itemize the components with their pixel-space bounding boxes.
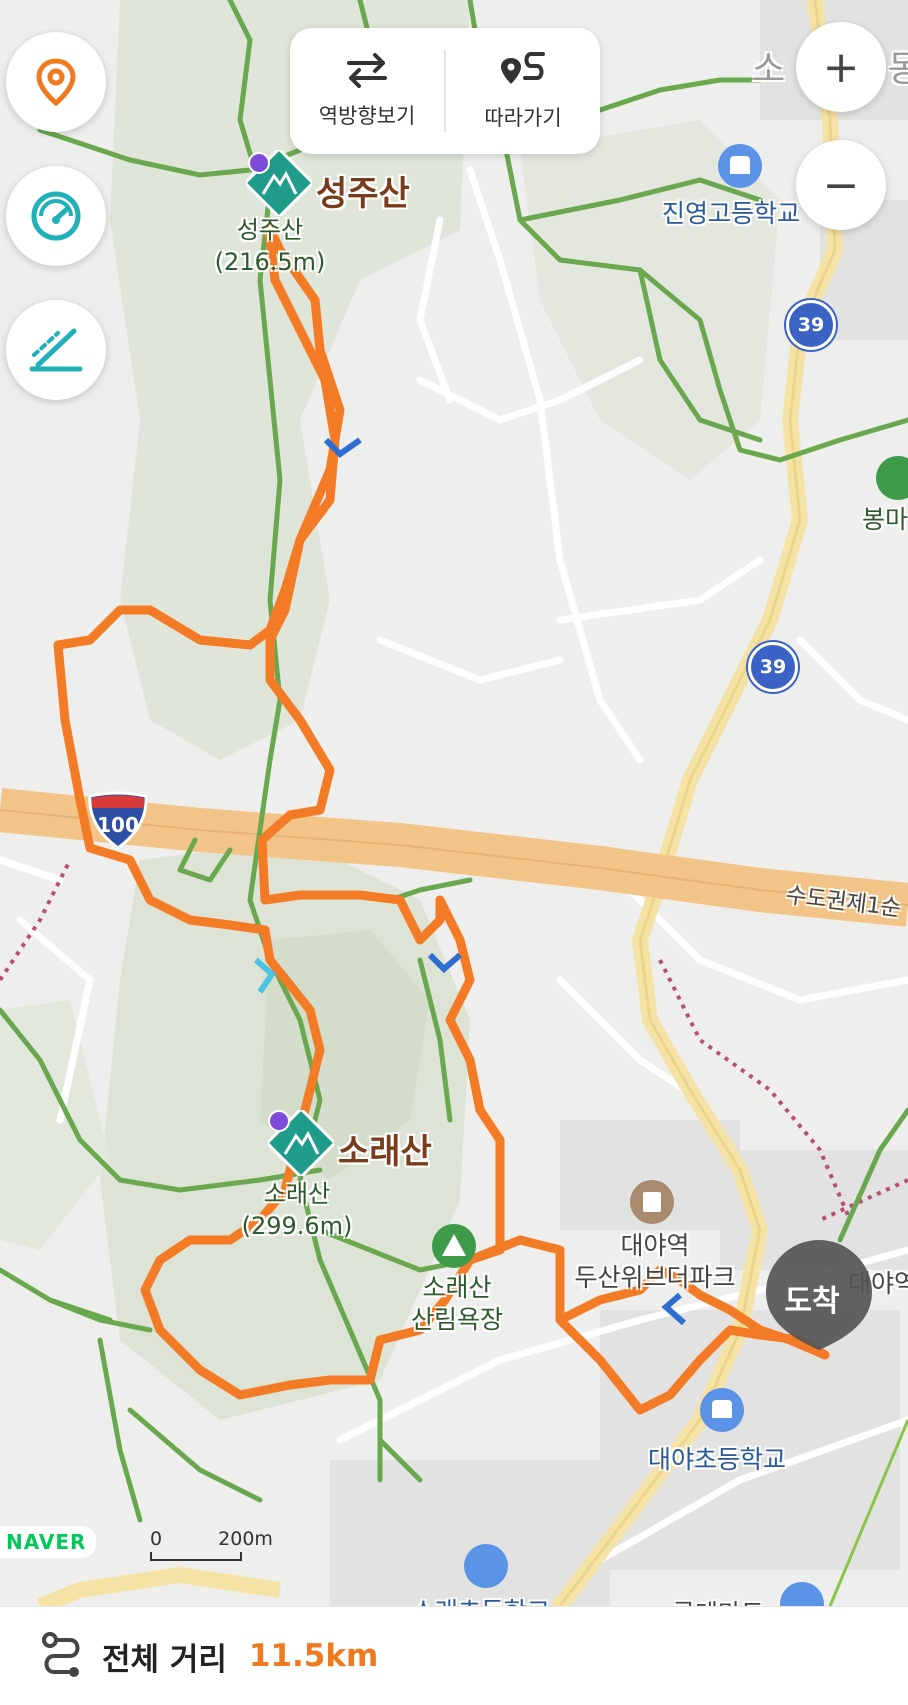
location-pin-icon [36,58,76,107]
summit-badge-icon [248,152,270,174]
map-view[interactable]: 100 수도권제1순 39 39 성주산 성주산 (216.5m) 소래산 소래산… [0,0,908,1606]
swap-arrows-icon [347,53,387,88]
peak-sub-seongjusan: 성주산 (216.5m) [214,216,326,276]
scale-zero: 0 [150,1528,163,1550]
partial-label-top-2: 동 [888,49,908,90]
forest-icon[interactable] [432,1224,476,1268]
road-bottom [37,1566,282,1606]
zoom-in-button[interactable]: + [796,22,886,112]
poi-sorae-elementary-partial[interactable]: 소래초등학교 [412,1592,550,1606]
scale-bar [150,1552,242,1561]
poi-bongma[interactable]: 봉마 [862,504,908,536]
speed-button[interactable] [6,166,106,266]
total-distance-value: 11.5km [248,1638,379,1674]
reverse-view-button[interactable]: 역방향보기 [290,28,444,154]
map-scale: 0 200m [150,1528,273,1561]
location-button[interactable] [6,32,106,132]
route-icon [42,1632,80,1677]
peak-name-soraesan: 소래산 [338,1132,432,1172]
follow-label: 따라가기 [484,106,562,130]
summit-badge-icon-sorae [268,1110,290,1132]
elevation-button[interactable] [6,300,106,400]
poi-sorae-forest-bath[interactable]: 소래산 산림욕장 [392,1272,522,1336]
route-toolbar: 역방향보기 따라가기 [290,28,600,154]
school-icon[interactable] [718,144,762,188]
peak-sub-soraesan: 소래산 (299.6m) [241,1180,353,1240]
follow-button[interactable]: 따라가기 [446,28,600,154]
arrival-label: 도착 [784,1284,840,1319]
reverse-view-label: 역방향보기 [318,104,416,128]
poi-jinyoung-highschool[interactable]: 진영고등학교 [662,194,800,230]
speedometer-icon [31,191,81,241]
elevation-slope-icon [29,328,83,372]
follow-route-icon [501,52,545,84]
poi-daeya-doosan-park[interactable]: 대야역 두산위브더파크 [560,1230,750,1294]
scale-distance: 200m [218,1528,273,1550]
zoom-out-button[interactable]: − [796,140,886,230]
school-icon-daeya[interactable] [700,1388,744,1432]
route-39-badge-2: 39 [748,642,798,692]
svg-text:100: 100 [97,813,139,837]
apartment-icon[interactable] [630,1180,674,1224]
interstate-shield-icon: 100 [88,791,148,850]
school-icon-bottom[interactable] [464,1544,508,1588]
route-39-badge: 39 [786,300,836,350]
poi-daeya-elementary[interactable]: 대야초등학교 [648,1440,786,1476]
route-summary-bar: 전체 거리 11.5km [0,1606,908,1705]
poi-lotte-mart-partial[interactable]: 롯데마트 [672,1594,764,1606]
total-distance-label: 전체 거리 [102,1641,227,1678]
peak-name-seongjusan: 성주산 [316,174,410,214]
naver-logo: NAVER [0,1526,97,1558]
partial-label-top: 소 [752,49,786,90]
